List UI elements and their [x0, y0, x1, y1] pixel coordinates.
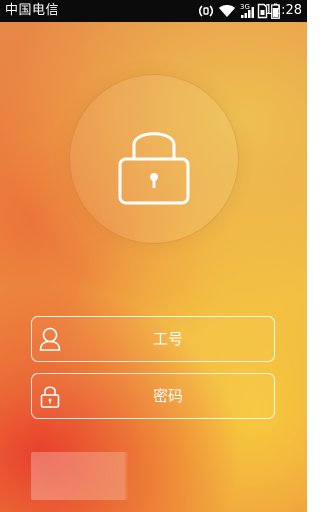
carrier-name: 中国电信: [5, 3, 60, 18]
status-bar: 中国电信 3G 12:28: [0, 0, 307, 22]
login-screen: 中国电信 3G 12:28: [0, 0, 307, 512]
user-icon: [39, 327, 61, 351]
employee-id-field[interactable]: [31, 316, 275, 362]
wifi-icon: [219, 5, 235, 17]
lock-badge: [70, 75, 238, 243]
nfc-icon: [198, 5, 214, 17]
signal-icon: [241, 7, 254, 18]
login-button[interactable]: [31, 452, 275, 500]
employee-id-input[interactable]: [66, 317, 270, 361]
password-field[interactable]: [31, 373, 275, 419]
clock: 12:28: [264, 3, 302, 18]
padlock-icon: [118, 132, 190, 205]
lock-icon: [40, 386, 60, 408]
password-input[interactable]: [66, 374, 270, 418]
